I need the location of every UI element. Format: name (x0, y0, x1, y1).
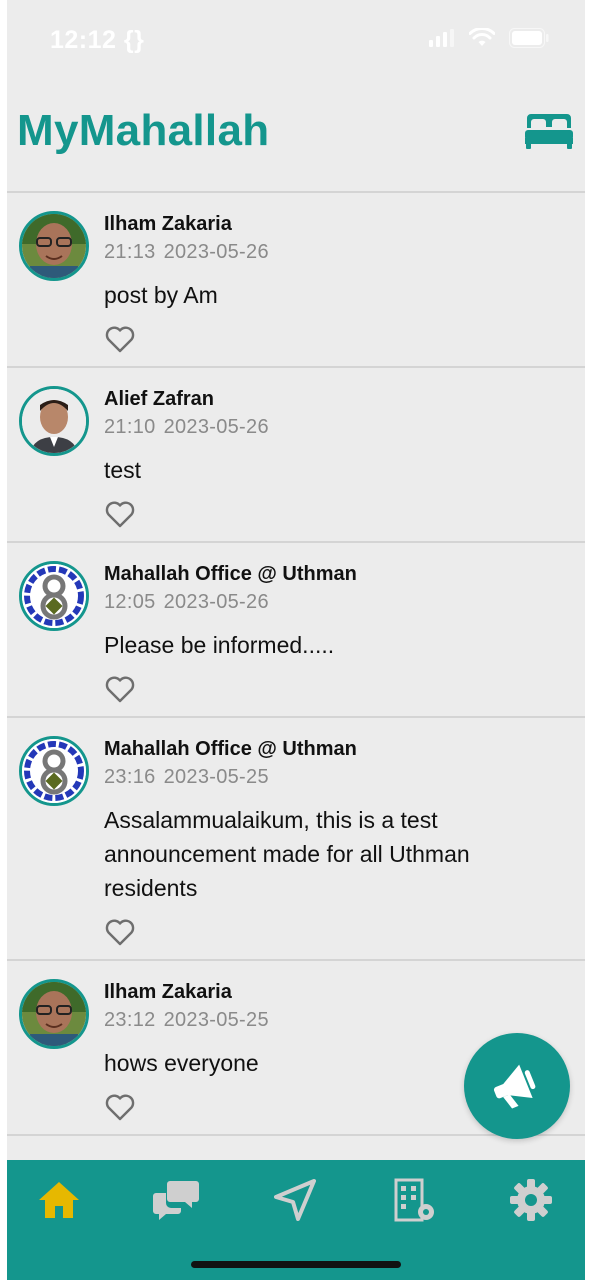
post-text: test (104, 457, 142, 483)
megaphone-icon (493, 1064, 536, 1109)
nav-home[interactable] (29, 1174, 89, 1226)
post-text: post by Am (104, 282, 218, 308)
post-text: Please be informed..... (104, 632, 335, 658)
mahallah-logo-icon (22, 739, 86, 803)
person-photo-icon (22, 982, 86, 1046)
gear-icon (510, 1179, 552, 1221)
bed-button[interactable] (525, 110, 573, 150)
post-timestamp: 23:12 2023-05-25 (104, 1009, 565, 1032)
post-time: 12:05 (104, 591, 156, 613)
post-card[interactable]: Ilham Zakaria 21:13 2023-05-26 post by Am (7, 193, 585, 368)
post-author: Mahallah Office @ Uthman (104, 738, 357, 760)
post-author: Ilham Zakaria (104, 213, 232, 235)
post-date: 2023-05-25 (163, 766, 269, 788)
status-bar: 12:12 {} (7, 0, 585, 80)
heart-icon[interactable] (104, 499, 136, 529)
app-header: MyMahallah (7, 90, 585, 190)
new-announcement-button[interactable] (464, 1033, 570, 1139)
post-body: Mahallah Office @ Uthman 23:16 2023-05-25… (7, 718, 585, 947)
building-settings-icon (394, 1178, 434, 1222)
post-body: Ilham Zakaria 21:13 2023-05-26 post by Am (7, 193, 585, 354)
post-timestamp: 21:10 2023-05-26 (104, 416, 565, 439)
post-author: Alief Zafran (104, 388, 215, 410)
post-time: 21:10 (104, 416, 156, 438)
nav-building[interactable] (384, 1174, 444, 1226)
post-timestamp: 21:13 2023-05-26 (104, 241, 565, 264)
home-icon (39, 1182, 79, 1218)
signal-icon (429, 29, 454, 47)
post-time: 23:12 (104, 1009, 156, 1031)
nav-chat[interactable] (146, 1174, 206, 1226)
avatar[interactable] (19, 386, 89, 456)
wifi-icon (469, 28, 495, 46)
mahallah-logo-icon (22, 564, 86, 628)
post-body: Mahallah Office @ Uthman 12:05 2023-05-26… (7, 543, 585, 704)
post-author: Mahallah Office @ Uthman (104, 563, 357, 585)
person-photo-icon (22, 214, 86, 278)
post-date: 2023-05-26 (163, 241, 269, 263)
post-timestamp: 12:05 2023-05-26 (104, 591, 565, 614)
avatar[interactable] (19, 736, 89, 806)
heart-icon[interactable] (104, 674, 136, 704)
home-indicator[interactable] (191, 1261, 401, 1268)
post-date: 2023-05-26 (163, 591, 269, 613)
avatar[interactable] (19, 211, 89, 281)
heart-icon[interactable] (104, 917, 136, 947)
post-time: 21:13 (104, 241, 156, 263)
post-card[interactable]: Alief Zafran 21:10 2023-05-26 test (7, 368, 585, 543)
app-screen: 12:12 {} MyMahallah Ilham Zakaria 21:13 … (7, 0, 585, 1280)
post-card[interactable]: Mahallah Office @ Uthman 12:05 2023-05-26… (7, 543, 585, 718)
post-body: Alief Zafran 21:10 2023-05-26 test (7, 368, 585, 529)
battery-icon (509, 28, 549, 48)
post-time: 23:16 (104, 766, 156, 788)
post-feed: Ilham Zakaria 21:13 2023-05-26 post by Am (7, 191, 585, 1136)
post-card[interactable]: Mahallah Office @ Uthman 23:16 2023-05-25… (7, 718, 585, 961)
bed-icon (525, 114, 573, 149)
avatar[interactable] (19, 979, 89, 1049)
heart-icon[interactable] (104, 1092, 136, 1122)
post-timestamp: 23:16 2023-05-25 (104, 766, 565, 789)
nav-settings[interactable] (501, 1174, 561, 1226)
chat-icon (153, 1181, 199, 1220)
post-author: Ilham Zakaria (104, 981, 232, 1003)
status-time: 12:12 {} (50, 26, 145, 54)
post-text: Assalammualaikum, this is a test announc… (104, 807, 470, 901)
post-date: 2023-05-26 (163, 416, 269, 438)
avatar[interactable] (19, 561, 89, 631)
person-photo-icon (22, 389, 86, 453)
heart-icon[interactable] (104, 324, 136, 354)
navigation-arrow-icon (274, 1179, 316, 1221)
nav-navigate[interactable] (265, 1174, 325, 1226)
status-icons (429, 28, 549, 48)
post-date: 2023-05-25 (163, 1009, 269, 1031)
app-title: MyMahallah (17, 106, 270, 155)
